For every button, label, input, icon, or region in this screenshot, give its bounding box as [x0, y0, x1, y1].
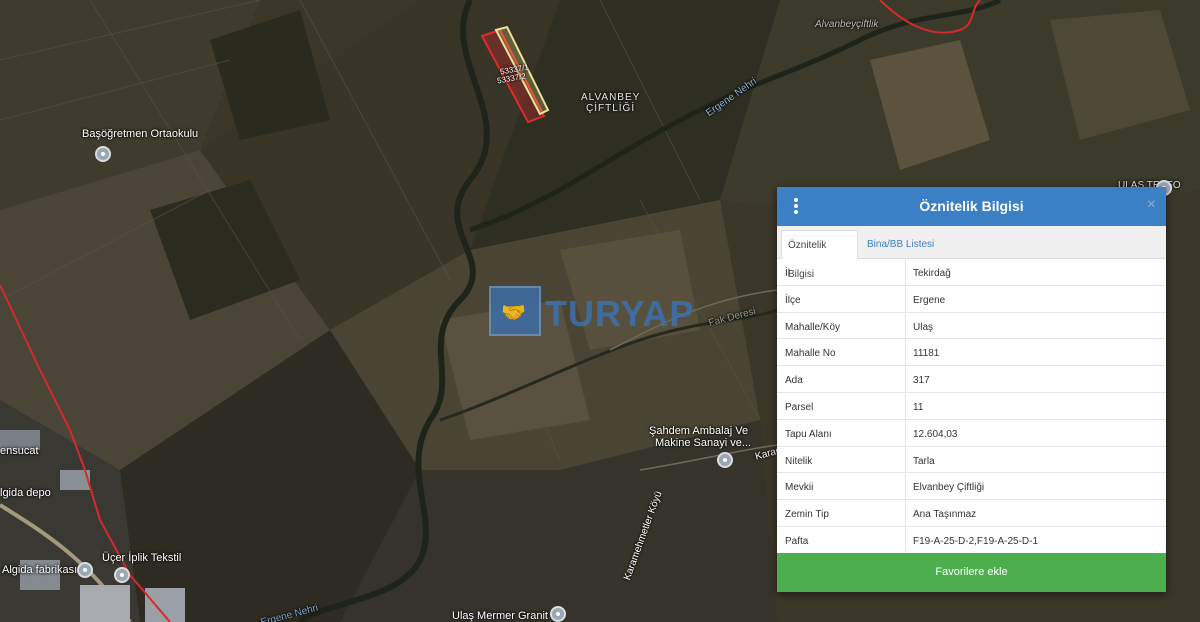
map-label-algida-fabrikasi: Algida fabrikası — [2, 564, 78, 576]
panel-tabs: Öznitelik Bilgisi Bina/BB Listesi — [777, 226, 1166, 280]
tab-bina-bb-listesi[interactable]: Bina/BB Listesi — [861, 230, 940, 259]
table-row: Pafta F19-A-25-D-2,F19-A-25-D-1 — [777, 526, 1166, 554]
attribute-info-panel: Öznitelik Bilgisi × Öznitelik Bilgisi Bi… — [777, 187, 1166, 592]
map-label-algida-depo: lgida depo — [0, 487, 51, 499]
table-row: Mahalle No 11181 — [777, 339, 1166, 367]
attr-key: Nitelik — [785, 455, 813, 467]
attr-key: Parsel — [785, 401, 814, 413]
map-label-basogretmen: Başöğretmen Ortaokulu — [82, 128, 199, 140]
map-label-ulas-mermer: Ulaş Mermer Granit — [452, 610, 548, 622]
table-row: Ada 317 — [777, 366, 1166, 393]
close-icon[interactable]: × — [1147, 196, 1156, 214]
mermer-poi-icon[interactable] — [550, 606, 566, 622]
map-label-sahdem-2: Makine Sanayi ve... — [655, 437, 751, 449]
table-row: Nitelik Tarla — [777, 446, 1166, 474]
panel-header: Öznitelik Bilgisi × — [777, 187, 1166, 226]
attr-key: Mevkii — [785, 482, 814, 494]
attr-value: Tekirdağ — [913, 268, 951, 279]
attr-key: Mahalle No — [785, 348, 836, 360]
attr-key: Pafta — [785, 535, 809, 547]
map-label-ciftligi: ÇİFTLİĞİ — [586, 103, 636, 114]
ucer-poi-icon[interactable] — [114, 567, 130, 583]
tab-oznitelik-bilgisi[interactable]: Öznitelik Bilgisi — [781, 230, 858, 280]
attr-key: Tapu Alanı — [785, 428, 832, 440]
map-label-alvanbeyciftlik: Alvanbeyçiftlik — [815, 19, 879, 30]
attr-value: 12.604,03 — [913, 428, 958, 440]
attr-value: 11181 — [913, 348, 940, 360]
attr-value: 317 — [913, 375, 930, 387]
sahdem-poi-icon[interactable] — [717, 452, 733, 468]
table-row: Tapu Alanı 12.604,03 — [777, 419, 1166, 447]
turyap-logo-text: TURYAP — [545, 293, 695, 334]
map-label-alvanbey: ALVANBEY — [581, 92, 641, 103]
attr-value: Ergene — [913, 294, 946, 306]
table-row: İl Tekirdağ — [777, 259, 1166, 286]
algida-poi-icon[interactable] — [77, 562, 93, 578]
attr-value: Ana Taşınmaz — [913, 509, 977, 521]
attr-key: Mahalle/Köy — [785, 321, 841, 333]
attr-key: İl — [785, 268, 790, 279]
table-row: Mevkii Elvanbey Çiftliği — [777, 473, 1166, 501]
attr-value: Tarla — [913, 455, 935, 467]
attr-value: Ulaş — [913, 321, 934, 333]
map-label-ucer-iplik: Üçer İplik Tekstil — [102, 552, 182, 564]
attr-key: Zemin Tip — [785, 509, 829, 521]
map-label-sahdem-1: Şahdem Ambalaj Ve — [649, 425, 749, 437]
attr-value: Elvanbey Çiftliği — [913, 482, 985, 494]
table-row: Mahalle/Köy Ulaş — [777, 312, 1166, 340]
map-label-ensucat: ensucat — [0, 445, 39, 457]
attr-value: 11 — [913, 401, 924, 413]
attr-key: İlçe — [785, 294, 801, 306]
school-poi-icon[interactable] — [95, 146, 111, 162]
table-row: İlçe Ergene — [777, 285, 1166, 313]
turyap-logo-icon: 🤝 — [489, 286, 541, 336]
table-row: Zemin Tip Ana Taşınmaz — [777, 500, 1166, 527]
panel-title: Öznitelik Bilgisi — [919, 198, 1024, 214]
add-to-favorites-button[interactable]: Favorilere ekle — [777, 553, 1166, 592]
attribute-table: İl Tekirdağ İlçe Ergene Mahalle/Köy Ulaş Ma… — [777, 259, 1166, 554]
attr-value: F19-A-25-D-2,F19-A-25-D-1 — [913, 535, 1039, 547]
table-row: Parsel 11 — [777, 392, 1166, 420]
attr-key: Ada — [785, 375, 803, 387]
